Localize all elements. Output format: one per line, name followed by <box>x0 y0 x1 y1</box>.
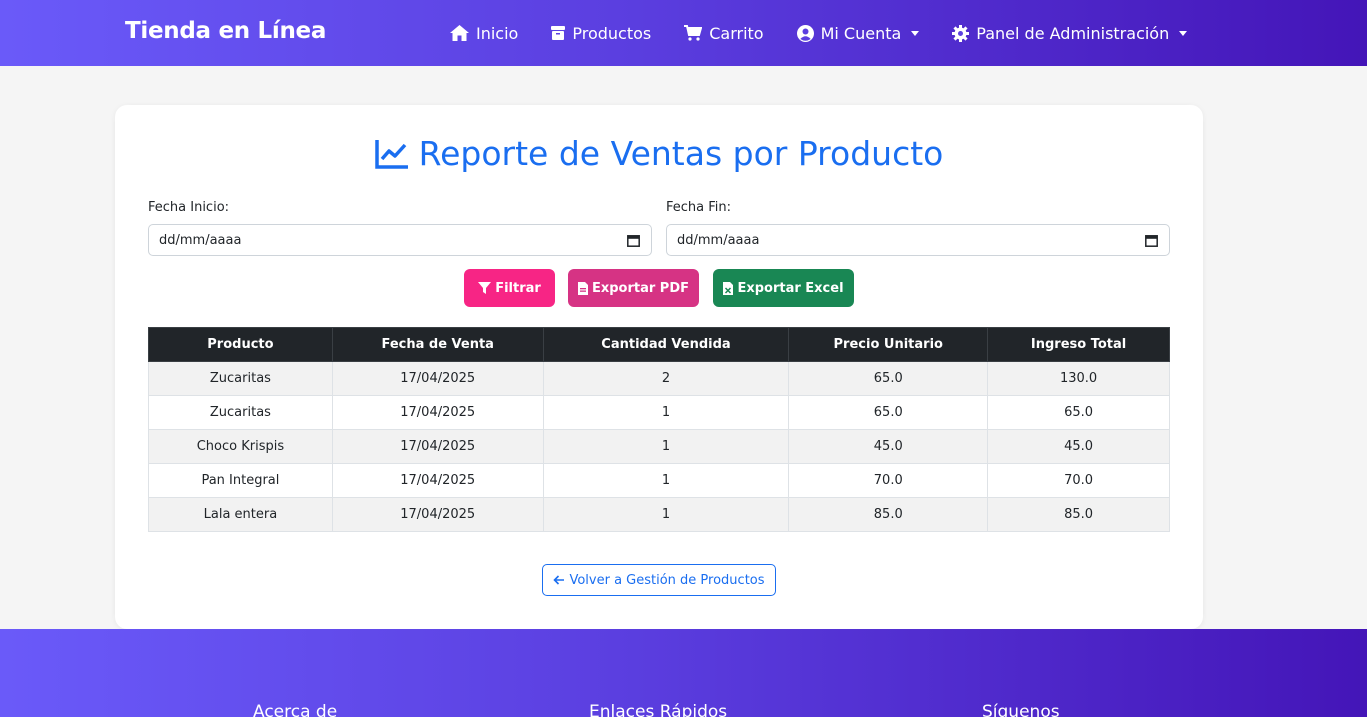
end-date-value: dd/mm/aaaa <box>677 232 760 248</box>
table-cell: 17/04/2025 <box>331 361 544 396</box>
table-cell: 65.0 <box>788 361 989 396</box>
table-cell: 130.0 <box>987 361 1170 396</box>
box-icon <box>551 26 566 40</box>
table-cell: 17/04/2025 <box>331 463 544 498</box>
table-row: Zucaritas 17/04/2025 2 65.0 130.0 <box>148 361 1170 396</box>
table-cell: 85.0 <box>987 497 1170 532</box>
nav-item-carrito[interactable]: Carrito <box>684 23 764 43</box>
file-excel-icon <box>723 281 734 295</box>
title-text: Reporte de Ventas por Producto <box>418 134 944 173</box>
table-cell: Zucaritas <box>148 361 333 396</box>
sales-table: Producto Fecha de Venta Cantidad Vendida… <box>148 327 1170 532</box>
table-cell: 70.0 <box>788 463 989 498</box>
nav-item-mi-cuenta[interactable]: Mi Cuenta <box>796 23 920 43</box>
chevron-down-icon <box>911 30 920 36</box>
footer-heading-about: Acerca de <box>253 702 338 717</box>
start-date-input[interactable]: dd/mm/aaaa <box>148 224 652 256</box>
calendar-icon[interactable] <box>1145 234 1158 247</box>
table-cell: 17/04/2025 <box>331 497 544 532</box>
col-header-precio: Precio Unitario <box>788 327 989 362</box>
table-cell: 65.0 <box>987 395 1170 430</box>
table-cell: 17/04/2025 <box>331 395 544 430</box>
file-pdf-icon <box>577 281 588 295</box>
gear-icon <box>952 24 970 42</box>
table-cell: 1 <box>542 395 790 430</box>
export-pdf-button[interactable]: Exportar PDF <box>568 269 699 307</box>
footer: Acerca de Enlaces Rápidos Síguenos <box>0 629 1367 717</box>
table-cell: 45.0 <box>987 429 1170 464</box>
start-date-label: Fecha Inicio: <box>148 200 230 215</box>
nav-label: Productos <box>572 23 652 43</box>
page-title: Reporte de Ventas por Producto <box>0 134 1318 173</box>
export-excel-button[interactable]: Exportar Excel <box>713 269 854 307</box>
table-cell: 2 <box>542 361 790 396</box>
table-row: Pan Integral 17/04/2025 1 70.0 70.0 <box>148 463 1170 498</box>
excel-label: Exportar Excel <box>737 280 844 296</box>
user-circle-icon <box>796 24 814 42</box>
nav-label: Mi Cuenta <box>820 23 902 43</box>
end-date-input[interactable]: dd/mm/aaaa <box>666 224 1170 256</box>
nav-item-panel-admin[interactable]: Panel de Administración <box>952 23 1188 43</box>
brand-logo[interactable]: Tienda en Línea <box>125 18 326 44</box>
filter-label: Filtrar <box>495 280 541 296</box>
nav-menu: Inicio Productos Carrito Mi Cuenta Panel… <box>450 0 1220 66</box>
end-date-label: Fecha Fin: <box>666 200 732 215</box>
col-header-fecha: Fecha de Venta <box>331 327 544 362</box>
back-to-products-button[interactable]: Volver a Gestión de Productos <box>542 564 776 596</box>
table-cell: 1 <box>542 429 790 464</box>
line-chart-icon <box>374 139 408 169</box>
table-cell: Lala entera <box>148 497 333 532</box>
table-cell: Pan Integral <box>148 463 333 498</box>
home-icon <box>450 25 469 41</box>
table-row: Zucaritas 17/04/2025 1 65.0 65.0 <box>148 395 1170 430</box>
table-header-row: Producto Fecha de Venta Cantidad Vendida… <box>148 327 1170 362</box>
table-cell: 17/04/2025 <box>331 429 544 464</box>
table-cell: 70.0 <box>987 463 1170 498</box>
pdf-label: Exportar PDF <box>591 280 690 296</box>
table-cell: 45.0 <box>788 429 989 464</box>
table-cell: 1 <box>542 497 790 532</box>
nav-item-inicio[interactable]: Inicio <box>450 24 518 43</box>
top-navbar: Tienda en Línea Inicio Productos Carrito… <box>0 0 1367 66</box>
nav-label: Carrito <box>709 23 764 43</box>
nav-label: Inicio <box>476 23 519 43</box>
arrow-left-icon <box>553 575 565 585</box>
chevron-down-icon <box>1179 30 1188 36</box>
col-header-ingreso: Ingreso Total <box>987 327 1170 362</box>
table-row: Choco Krispis 17/04/2025 1 45.0 45.0 <box>148 429 1170 464</box>
back-label: Volver a Gestión de Productos <box>569 572 765 588</box>
footer-heading-follow: Síguenos <box>982 702 1060 717</box>
table-cell: Zucaritas <box>148 395 333 430</box>
footer-heading-links: Enlaces Rápidos <box>589 702 728 717</box>
table-cell: Choco Krispis <box>148 429 333 464</box>
table-row: Lala entera 17/04/2025 1 85.0 85.0 <box>148 497 1170 532</box>
filter-button[interactable]: Filtrar <box>464 269 555 307</box>
table-cell: 85.0 <box>788 497 989 532</box>
col-header-producto: Producto <box>148 327 333 362</box>
table-cell: 65.0 <box>788 395 989 430</box>
cart-icon <box>684 25 703 41</box>
nav-item-productos[interactable]: Productos <box>551 24 651 43</box>
col-header-cantidad: Cantidad Vendida <box>542 327 790 362</box>
filter-icon <box>478 282 492 294</box>
table-cell: 1 <box>542 463 790 498</box>
nav-label: Panel de Administración <box>976 23 1170 43</box>
calendar-icon[interactable] <box>627 234 640 247</box>
start-date-value: dd/mm/aaaa <box>159 232 242 248</box>
